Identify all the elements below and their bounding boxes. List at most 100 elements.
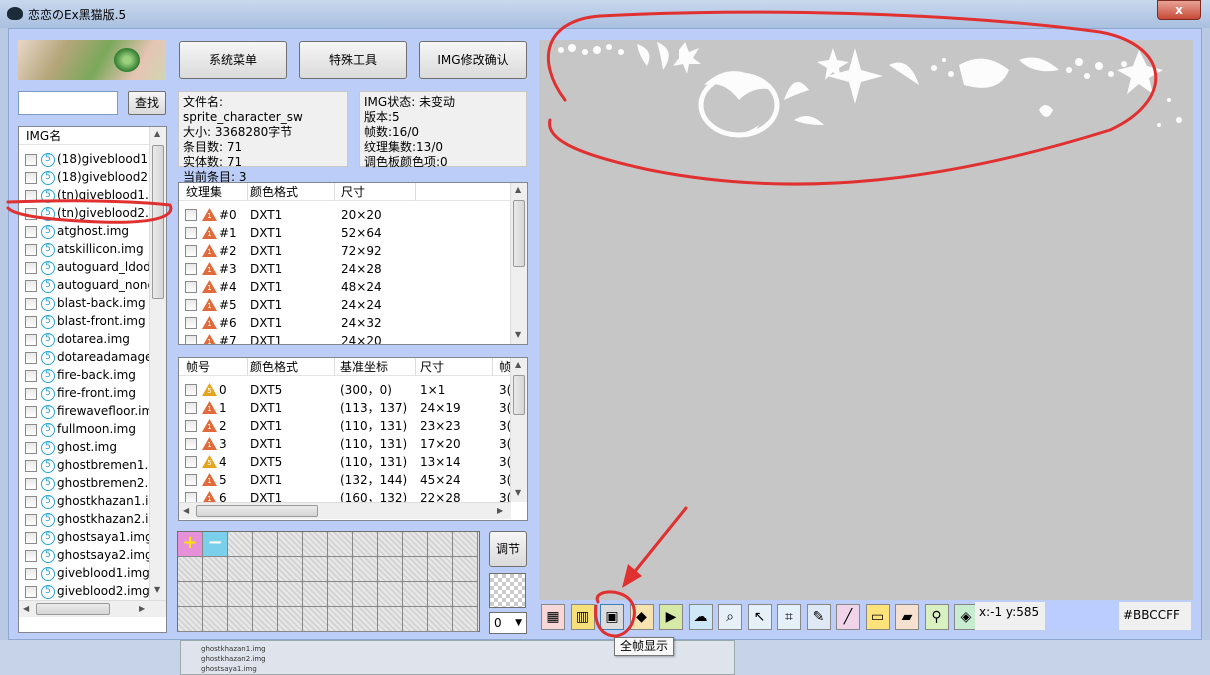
texture-row[interactable]: 1 #6 DXT1 24×32: [179, 314, 511, 332]
texture-row[interactable]: 1 #3 DXT1 24×28: [179, 260, 511, 278]
palette-cell[interactable]: [378, 532, 403, 557]
frame-row[interactable]: 1 3 DXT1 (110，131) 17×20 3(: [179, 435, 511, 453]
img-list-item[interactable]: 5 ghostbremen1.img: [25, 456, 166, 474]
palette-cell[interactable]: [378, 582, 403, 607]
row-checkbox[interactable]: [185, 245, 197, 257]
row-checkbox[interactable]: [25, 531, 37, 544]
palette-cell[interactable]: [328, 532, 353, 557]
row-checkbox[interactable]: [25, 315, 37, 328]
row-checkbox[interactable]: [25, 225, 37, 238]
palette-cell[interactable]: [303, 532, 328, 557]
row-checkbox[interactable]: [25, 207, 37, 220]
palette-cell[interactable]: [353, 532, 378, 557]
palette-cell[interactable]: [178, 607, 203, 632]
frame-row[interactable]: 1 5 DXT1 (132，144) 45×24 3(: [179, 471, 511, 489]
row-checkbox[interactable]: [25, 351, 37, 364]
row-checkbox[interactable]: [185, 402, 197, 414]
palette-cell[interactable]: [203, 607, 228, 632]
eraser-icon[interactable]: ▰: [895, 604, 919, 630]
palette-cell[interactable]: [178, 557, 203, 582]
row-checkbox[interactable]: [25, 423, 37, 436]
img-list-item[interactable]: 5 giveblood2.img: [25, 582, 150, 600]
rectangle-icon[interactable]: ▭: [865, 604, 890, 630]
img-list-hscroll[interactable]: ◀ ▶: [19, 600, 166, 617]
grid-tool-icon[interactable]: ▦: [541, 604, 565, 630]
magnifier-icon[interactable]: ⌕: [718, 604, 742, 630]
dragon-icon[interactable]: ◆: [629, 604, 654, 630]
search-input[interactable]: [18, 91, 118, 115]
palette-cell[interactable]: [403, 607, 428, 632]
palette-cell[interactable]: [378, 607, 403, 632]
palette-cell[interactable]: [328, 557, 353, 582]
texture-row[interactable]: 1 #5 DXT1 24×24: [179, 296, 511, 314]
row-checkbox[interactable]: [25, 549, 37, 562]
palette-cell[interactable]: [428, 532, 453, 557]
img-list-item[interactable]: 5 dotareadamage.img: [25, 348, 166, 366]
row-checkbox[interactable]: [185, 438, 197, 450]
img-list-item[interactable]: 5 blast-back.img: [25, 294, 146, 312]
img-list-item[interactable]: 5 (18)giveblood1.img: [25, 150, 166, 168]
row-checkbox[interactable]: [25, 243, 37, 256]
row-checkbox[interactable]: [25, 153, 37, 166]
row-checkbox[interactable]: [25, 171, 37, 184]
img-list-item[interactable]: 5 fullmoon.img: [25, 420, 136, 438]
row-checkbox[interactable]: [25, 477, 37, 490]
frame-table-vscroll[interactable]: ▲ ▼: [510, 358, 527, 502]
img-list-item[interactable]: 5 fire-back.img: [25, 366, 136, 384]
img-list[interactable]: IMG名 5 (18)giveblood1.img 5 (18)giveblood2.…: [18, 126, 167, 633]
img-list-item[interactable]: 5 atskillicon.img: [25, 240, 144, 258]
palette-cell[interactable]: [303, 557, 328, 582]
palette-cell[interactable]: [453, 557, 478, 582]
palette-add-button[interactable]: +: [178, 532, 203, 557]
row-checkbox[interactable]: [185, 299, 197, 311]
row-checkbox[interactable]: [25, 261, 37, 274]
adjust-button[interactable]: 调节: [489, 531, 527, 567]
row-checkbox[interactable]: [185, 456, 197, 468]
frame-row[interactable]: 1 2 DXT1 (110，131) 23×23 3(: [179, 417, 511, 435]
palette-select[interactable]: 0 ▼: [489, 612, 527, 634]
row-checkbox[interactable]: [185, 209, 197, 221]
frame-table[interactable]: 帧号 颜色格式 基准坐标 尺寸 帧 5 0 DXT5 (300，0) 1×1 3(1 1 DX…: [178, 357, 528, 521]
img-list-vscroll[interactable]: ▲ ▼: [149, 127, 166, 600]
row-checkbox[interactable]: [185, 317, 197, 329]
img-list-item[interactable]: 5autoguard_none.img: [25, 276, 166, 294]
img-list-item[interactable]: 5 (tn)giveblood1.img: [25, 186, 166, 204]
full-frame-icon[interactable]: ▣: [600, 604, 624, 630]
crop-icon[interactable]: ⌗: [777, 604, 801, 630]
palette-cell[interactable]: [353, 582, 378, 607]
palette-cell[interactable]: [253, 557, 278, 582]
texture-row[interactable]: 1 #0 DXT1 20×20: [179, 206, 511, 224]
frame-table-hscroll[interactable]: ◀ ▶: [179, 502, 511, 519]
img-list-item[interactable]: 5autoguard_ldodge.img: [25, 258, 166, 276]
row-checkbox[interactable]: [25, 513, 37, 526]
row-checkbox[interactable]: [185, 420, 197, 432]
row-checkbox[interactable]: [185, 263, 197, 275]
system-menu-button[interactable]: 系统菜单: [179, 41, 287, 79]
palette-grid[interactable]: + −: [177, 531, 480, 632]
img-list-item[interactable]: 5 dotarea.img: [25, 330, 130, 348]
frame-row[interactable]: 1 1 DXT1 (113，137) 24×19 3(: [179, 399, 511, 417]
img-list-item[interactable]: 5 ghostkhazan2.img: [25, 510, 166, 528]
palette-cell[interactable]: [428, 582, 453, 607]
search-button[interactable]: 查找: [128, 91, 166, 115]
img-list-item[interactable]: 5 giveblood1.img: [25, 564, 150, 582]
palette-cell[interactable]: [403, 557, 428, 582]
img-list-item[interactable]: 5 ghostsaya2.img: [25, 546, 153, 564]
palette-cell[interactable]: [228, 557, 253, 582]
palette-cell[interactable]: [278, 532, 303, 557]
img-list-item[interactable]: 5 ghostsaya1.img: [25, 528, 153, 546]
row-checkbox[interactable]: [25, 387, 37, 400]
palette-cell[interactable]: [403, 582, 428, 607]
texture-row[interactable]: 1 #7 DXT1 24×20: [179, 332, 511, 344]
palette-cell[interactable]: [228, 607, 253, 632]
palette-cell[interactable]: [178, 582, 203, 607]
palette-cell[interactable]: [353, 557, 378, 582]
palette-cell[interactable]: [203, 557, 228, 582]
img-list-item[interactable]: 5 (18)giveblood2.img: [25, 168, 166, 186]
cloud-icon[interactable]: ☁: [688, 604, 713, 630]
frame-row[interactable]: 5 4 DXT5 (110，131) 13×14 3(: [179, 453, 511, 471]
row-checkbox[interactable]: [25, 333, 37, 346]
film-icon[interactable]: ▶: [659, 604, 683, 630]
texture-row[interactable]: 1 #1 DXT1 52×64: [179, 224, 511, 242]
palette-cell[interactable]: [303, 582, 328, 607]
